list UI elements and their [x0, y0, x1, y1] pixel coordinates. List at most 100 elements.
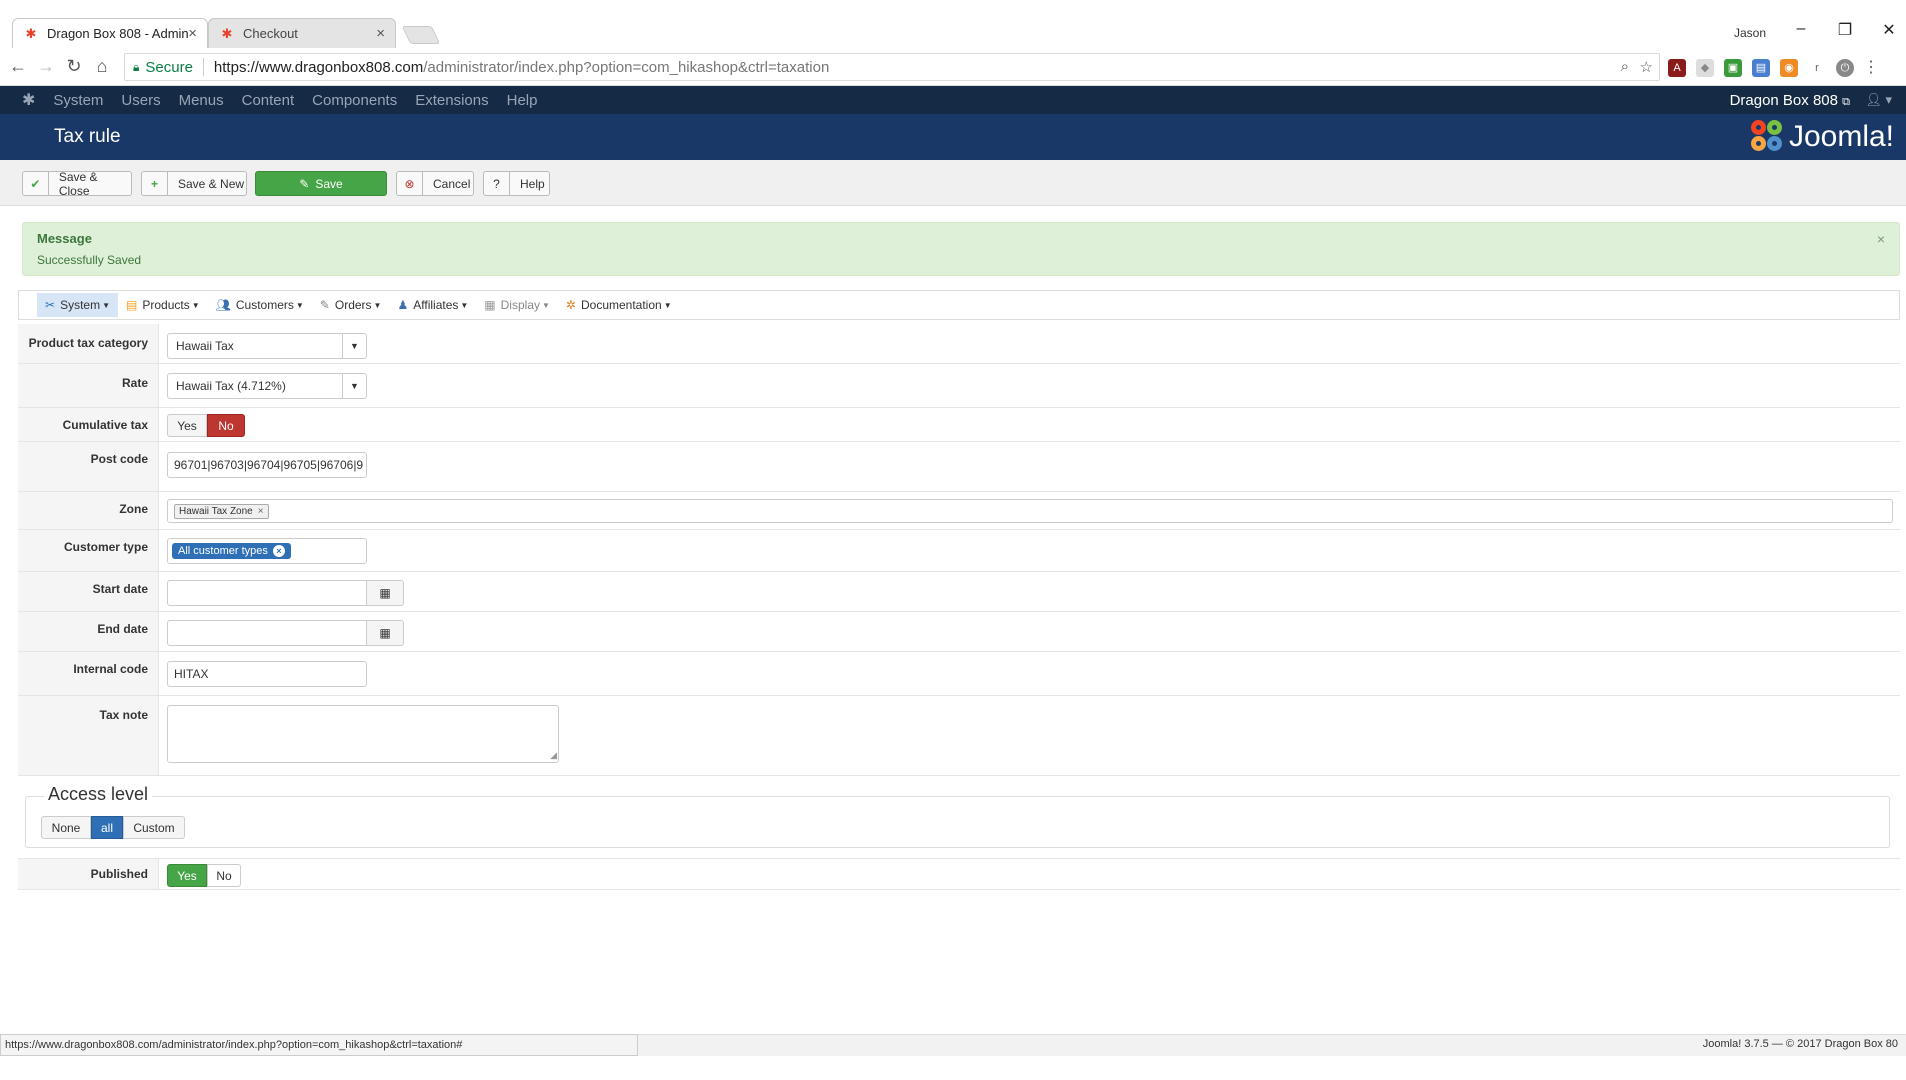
- action-toolbar: ✔ Save & Close + Save & New ✎ Save ⊗ Can…: [0, 160, 1906, 206]
- column-divider: [158, 324, 159, 363]
- access-level-none[interactable]: None: [41, 816, 91, 839]
- calendar-icon[interactable]: ▦: [366, 620, 404, 646]
- reload-icon[interactable]: ↻: [62, 56, 86, 77]
- published-no[interactable]: No: [207, 864, 241, 887]
- published-yes[interactable]: Yes: [167, 864, 207, 887]
- new-tab-button[interactable]: [401, 26, 441, 44]
- menu-kebab-icon[interactable]: ⋮: [1862, 59, 1880, 77]
- product-tax-category-select[interactable]: Hawaii Tax ▼: [167, 333, 367, 359]
- blue-extension-icon[interactable]: ▤: [1752, 59, 1770, 77]
- save-button[interactable]: ✎ Save: [255, 171, 387, 196]
- home-icon[interactable]: ⌂: [90, 56, 114, 77]
- user-menu-icon[interactable]: 👤︎ ▾: [1865, 92, 1892, 108]
- joomla-logo-icon[interactable]: ✱: [22, 90, 35, 110]
- hika-menu-documentation[interactable]: ✲ Documentation ▼: [558, 293, 680, 317]
- caret-down-icon: ▼: [102, 300, 110, 310]
- zone-multiselect[interactable]: Hawaii Tax Zone ×: [167, 499, 1893, 523]
- help-button[interactable]: ? Help: [483, 171, 550, 196]
- menu-help[interactable]: Help: [507, 92, 538, 109]
- caret-down-icon: ▼: [342, 334, 366, 358]
- close-window-icon[interactable]: ✕: [1874, 20, 1904, 40]
- hika-menu-orders[interactable]: ✎ Orders ▼: [312, 293, 390, 317]
- menu-menus[interactable]: Menus: [179, 92, 224, 109]
- save-close-button[interactable]: ✔ Save & Close: [22, 169, 132, 198]
- rate-select[interactable]: Hawaii Tax (4.712%) ▼: [167, 373, 367, 399]
- secure-indicator[interactable]: 🔒︎ Secure: [133, 59, 193, 76]
- message-heading: Message: [37, 231, 92, 246]
- r-extension-icon[interactable]: r: [1808, 59, 1826, 77]
- close-icon[interactable]: ×: [188, 25, 197, 42]
- access-level-custom[interactable]: Custom: [123, 816, 185, 839]
- hika-menu-customers[interactable]: 👥︎ Customers ▼: [208, 293, 312, 317]
- internal-code-input[interactable]: HITAX: [167, 661, 367, 687]
- back-icon[interactable]: ←: [6, 56, 30, 77]
- cumulative-tax-yes[interactable]: Yes: [167, 414, 207, 437]
- minimize-icon[interactable]: –: [1786, 20, 1816, 38]
- browser-profile-name[interactable]: Jason: [1734, 26, 1766, 40]
- question-icon: ?: [484, 172, 510, 195]
- restore-icon[interactable]: ❐: [1830, 20, 1860, 40]
- column-divider: [158, 442, 159, 491]
- row-end-date: End date ▦: [18, 612, 1900, 652]
- site-link[interactable]: Dragon Box 808 ⧉: [1730, 92, 1850, 109]
- post-code-input[interactable]: 96701|96703|96704|96705|96706|9: [167, 452, 367, 478]
- menu-content[interactable]: Content: [242, 92, 295, 109]
- hika-menu-display[interactable]: ▦ Display ▼: [476, 293, 558, 317]
- caret-down-icon: ▼: [295, 300, 304, 310]
- caret-down-icon: ▼: [191, 300, 200, 310]
- off-extension-icon[interactable]: ◉: [1780, 59, 1798, 77]
- button-label: Save & Close: [58, 169, 98, 198]
- tab-dragon-box-admin[interactable]: ✱ Dragon Box 808 - Admin ×: [12, 18, 208, 48]
- resize-grip-icon[interactable]: ◢: [550, 750, 557, 761]
- menu-system[interactable]: System: [53, 92, 103, 109]
- save-new-button[interactable]: + Save & New: [141, 171, 247, 196]
- hika-menu-products[interactable]: ▤ Products ▼: [118, 293, 208, 317]
- calendar-icon[interactable]: ▦: [366, 580, 404, 606]
- row-internal-code: Internal code HITAX: [18, 652, 1900, 696]
- footer-version[interactable]: Joomla! 3.7.5: [1703, 1038, 1769, 1050]
- cumulative-tax-no[interactable]: No: [207, 414, 245, 437]
- message-body: Successfully Saved: [37, 253, 142, 267]
- menu-label: Customers: [235, 298, 294, 312]
- green-extension-icon[interactable]: ▣: [1724, 59, 1742, 77]
- access-level-all[interactable]: all: [91, 816, 123, 839]
- row-published: Published Yes No: [18, 858, 1900, 890]
- menu-label: Products: [142, 298, 190, 312]
- browser-tabstrip: ✱ Dragon Box 808 - Admin × ✱ Checkout × …: [0, 0, 1906, 48]
- zoom-icon[interactable]: ⌕: [1621, 58, 1629, 75]
- forward-icon[interactable]: →: [34, 56, 58, 77]
- label-background: [18, 442, 158, 491]
- tab-checkout[interactable]: ✱ Checkout ×: [208, 18, 396, 48]
- menu-users[interactable]: Users: [121, 92, 160, 109]
- close-icon[interactable]: ×: [376, 25, 385, 42]
- start-date-input[interactable]: [167, 580, 367, 606]
- secure-label: Secure: [145, 58, 193, 76]
- footer-text: Joomla! 3.7.5 — © 2017 Dragon Box 80: [1703, 1038, 1898, 1050]
- menu-components[interactable]: Components: [312, 92, 397, 109]
- pdf-extension-icon[interactable]: A: [1668, 59, 1686, 77]
- remove-icon[interactable]: ×: [272, 545, 285, 557]
- caret-down-icon: ▼: [460, 300, 469, 310]
- column-divider: [158, 530, 159, 571]
- end-date-input[interactable]: [167, 620, 367, 646]
- column-divider: [158, 612, 159, 651]
- customer-type-multiselect[interactable]: All customer types ×: [167, 538, 367, 564]
- menu-label: Display: [500, 298, 540, 312]
- caret-down-icon: ▼: [663, 300, 672, 310]
- access-level-fieldset: [25, 796, 1890, 848]
- row-product-tax-category: Product tax category Hawaii Tax ▼: [18, 324, 1900, 364]
- address-bar[interactable]: 🔒︎ Secure https://www.dragonbox808.com/a…: [124, 53, 1660, 81]
- cancel-button[interactable]: ⊗ Cancel: [396, 171, 474, 196]
- close-icon[interactable]: ×: [1877, 231, 1885, 247]
- tax-note-textarea[interactable]: ◢: [167, 705, 559, 763]
- power-extension-icon[interactable]: ⏻: [1836, 59, 1854, 77]
- display-icon: ▦: [484, 298, 496, 312]
- menu-extensions[interactable]: Extensions: [415, 92, 488, 109]
- remove-icon[interactable]: ×: [258, 506, 264, 517]
- bookmark-star-icon[interactable]: ☆: [1640, 58, 1653, 76]
- dropbox-extension-icon[interactable]: ◆: [1696, 59, 1714, 77]
- hika-menu-system[interactable]: ✂ System ▼: [37, 293, 118, 317]
- hika-menu-affiliates[interactable]: ♟ Affiliates ▼: [389, 293, 476, 317]
- success-message: Message Successfully Saved ×: [22, 222, 1900, 276]
- hikashop-menu: ✂ System ▼ ▤ Products ▼ 👥︎ Customers ▼ ✎ Or…: [18, 290, 1900, 320]
